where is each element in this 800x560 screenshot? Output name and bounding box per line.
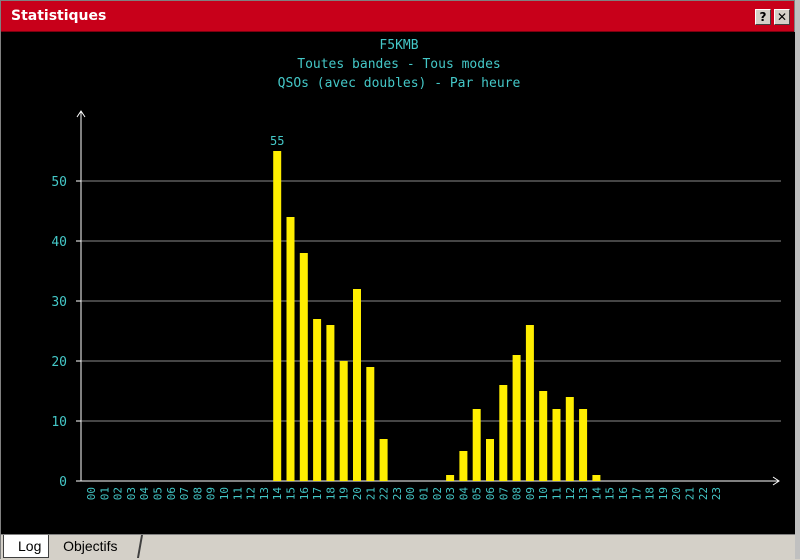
tab-log[interactable]: Log <box>3 535 49 558</box>
bar <box>579 409 588 481</box>
x-tick-label: 09 <box>524 487 537 500</box>
bar <box>326 325 335 481</box>
x-tick-label: 04 <box>457 487 470 501</box>
bar <box>273 151 282 481</box>
tab-objectifs[interactable]: Objectifs <box>50 535 144 558</box>
bar <box>592 475 601 481</box>
x-tick-label: 17 <box>630 487 643 500</box>
tab-objectifs-label: Objectifs <box>63 538 118 554</box>
x-tick-label: 12 <box>245 487 258 500</box>
y-tick-label: 10 <box>51 415 67 430</box>
help-button[interactable]: ? <box>755 9 771 25</box>
x-tick-label: 00 <box>85 487 98 500</box>
x-tick-label: 10 <box>218 487 231 500</box>
chart-title: F5KMB <box>379 38 418 53</box>
bar <box>499 385 508 481</box>
window-title: Statistiques <box>11 8 107 24</box>
x-tick-label: 01 <box>418 487 431 500</box>
tab-bar: Log Objectifs <box>1 534 795 560</box>
y-tick-label: 30 <box>51 295 67 310</box>
title-bar[interactable]: Statistiques ? ✕ <box>1 1 794 32</box>
x-tick-label: 22 <box>697 487 710 500</box>
x-tick-label: 20 <box>351 487 364 500</box>
qso-bar-chart: F5KMB Toutes bandes - Tous modes QSOs (a… <box>51 38 781 501</box>
bars <box>273 151 601 481</box>
bar <box>339 361 348 481</box>
x-tick-label: 16 <box>617 487 630 500</box>
axes <box>76 110 780 486</box>
chart-subtitle-qsos: QSOs (avec doubles) - Par heure <box>278 76 521 91</box>
chart-subtitle-bands: Toutes bandes - Tous modes <box>297 57 501 72</box>
x-tick-label: 15 <box>285 487 298 500</box>
x-tick-label: 19 <box>338 487 351 500</box>
x-tick-label: 07 <box>497 487 510 500</box>
x-tick-label: 11 <box>231 487 244 500</box>
x-tick-label: 14 <box>271 487 284 501</box>
x-tick-label: 07 <box>178 487 191 500</box>
y-tick-label: 40 <box>51 235 67 250</box>
x-tick-label: 02 <box>112 487 125 500</box>
bar <box>486 439 494 481</box>
x-tick-label: 03 <box>125 487 138 500</box>
desktop-edge <box>795 0 800 559</box>
x-tick-label: 15 <box>604 487 617 500</box>
x-tick-label: 23 <box>710 487 723 500</box>
tab-log-label: Log <box>18 538 42 554</box>
x-tick-label: 13 <box>577 487 590 500</box>
statistics-window: Statistiques ? ✕ F5KMB Toutes bandes - T… <box>0 0 795 560</box>
bar <box>446 475 455 481</box>
y-tick-label: 50 <box>51 175 67 190</box>
x-tick-label: 05 <box>471 487 484 500</box>
y-tick-label: 0 <box>59 475 67 490</box>
x-tick-label: 13 <box>258 487 271 500</box>
bar <box>552 409 561 481</box>
x-tick-label: 11 <box>551 487 564 500</box>
bar <box>353 289 361 481</box>
bar <box>459 451 468 481</box>
grid-lines <box>81 180 781 422</box>
peak-value-label: 55 <box>270 134 284 148</box>
x-tick-label: 17 <box>311 487 324 500</box>
x-tick-label: 04 <box>138 487 151 501</box>
x-tick-label: 06 <box>165 487 178 500</box>
bar <box>539 391 548 481</box>
x-tick-label: 22 <box>378 487 391 500</box>
x-tick-label: 09 <box>205 487 218 500</box>
x-tick-label: 08 <box>191 487 204 500</box>
chart-area: F5KMB Toutes bandes - Tous modes QSOs (a… <box>1 32 795 534</box>
x-tick-label: 19 <box>657 487 670 500</box>
x-tick-label: 18 <box>644 487 657 500</box>
bar <box>525 325 534 481</box>
x-tick-label: 01 <box>98 487 111 500</box>
x-tick-label: 18 <box>324 487 337 500</box>
x-tick-label: 16 <box>298 487 311 500</box>
x-tick-label: 00 <box>404 487 417 500</box>
x-tick-label: 06 <box>484 487 497 500</box>
bar <box>472 409 481 481</box>
y-tick-label: 20 <box>51 355 67 370</box>
close-button[interactable]: ✕ <box>774 9 790 25</box>
x-tick-label: 21 <box>684 487 697 500</box>
x-tick-label: 14 <box>590 487 603 501</box>
bar <box>299 253 308 481</box>
x-tick-label: 10 <box>537 487 550 500</box>
bar <box>379 439 388 481</box>
x-tick-label: 20 <box>670 487 683 500</box>
x-tick-label: 05 <box>152 487 165 500</box>
bar <box>366 367 375 481</box>
x-tick-label: 21 <box>364 487 377 500</box>
bar <box>286 217 295 481</box>
bar <box>313 319 322 481</box>
x-tick-label: 02 <box>431 487 444 500</box>
x-tick-label: 23 <box>391 487 404 500</box>
x-tick-label: 03 <box>444 487 457 500</box>
x-tick-label: 08 <box>511 487 524 500</box>
bar <box>512 355 521 481</box>
bar <box>565 397 574 481</box>
x-tick-label: 12 <box>564 487 577 500</box>
